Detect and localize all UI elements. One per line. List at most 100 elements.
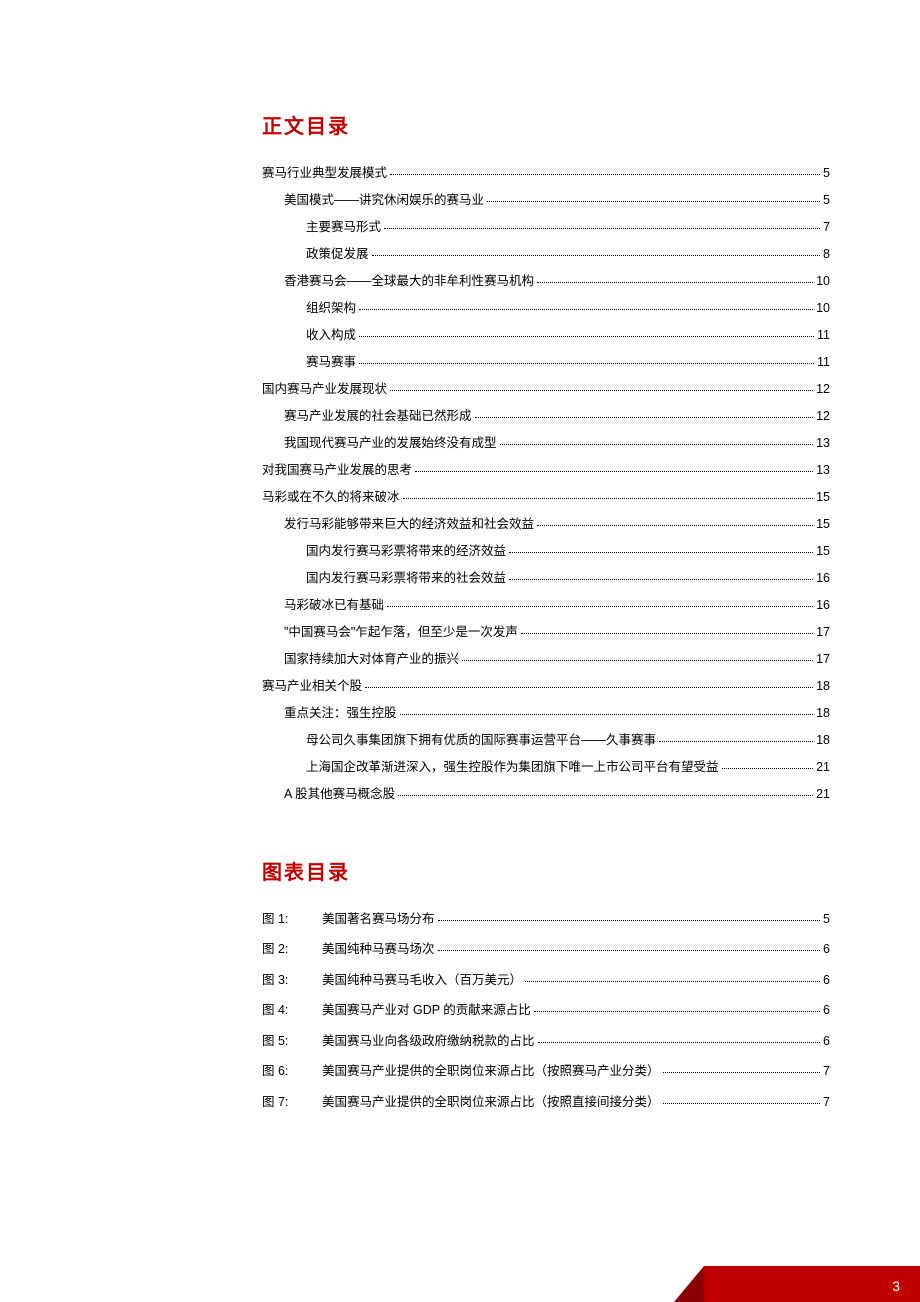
toc-entry-page: 12 — [816, 410, 830, 423]
toc-entry[interactable]: 国内发行赛马彩票将带来的社会效益16 — [262, 572, 830, 585]
figure-entry-prefix: 图 4: — [262, 1004, 322, 1017]
toc-entry[interactable]: 发行马彩能够带来巨大的经济效益和社会效益15 — [262, 518, 830, 531]
figure-entry-page: 6 — [823, 943, 830, 956]
figure-entry[interactable]: 图 4:美国赛马产业对 GDP 的贡献来源占比 6 — [262, 1004, 830, 1017]
toc-entry[interactable]: 赛马产业发展的社会基础已然形成12 — [262, 410, 830, 423]
toc-entry[interactable]: 上海国企改革渐进深入，强生控股作为集团旗下唯一上市公司平台有望受益21 — [262, 761, 830, 774]
toc-entry[interactable]: 我国现代赛马产业的发展始终没有成型13 — [262, 437, 830, 450]
figure-entry[interactable]: 图 7:美国赛马产业提供的全职岗位来源占比（按照直接间接分类）7 — [262, 1096, 830, 1109]
toc-leader-dots — [475, 417, 814, 418]
toc-entry[interactable]: 政策促发展 8 — [262, 248, 830, 261]
figure-entry[interactable]: 图 1:美国著名赛马场分布5 — [262, 913, 830, 926]
toc-entry[interactable]: 收入构成 11 — [262, 329, 830, 342]
toc-entry-page: 13 — [816, 437, 830, 450]
toc-entry-page: 12 — [816, 383, 830, 396]
toc-leader-dots — [537, 525, 813, 526]
toc-leader-dots — [462, 660, 813, 661]
toc-entry[interactable]: 组织架构10 — [262, 302, 830, 315]
toc-entry-label: 政策促发展 — [306, 248, 369, 261]
toc-entry-label: 马彩或在不久的将来破冰 — [262, 491, 400, 504]
toc-entry[interactable]: 对我国赛马产业发展的思考13 — [262, 464, 830, 477]
figure-entry-page: 5 — [823, 913, 830, 926]
toc-entry-page: 8 — [823, 248, 830, 261]
toc-entry-label: 对我国赛马产业发展的思考 — [262, 464, 412, 477]
toc-leader-dots — [403, 498, 814, 499]
toc-entry-label: 国内发行赛马彩票将带来的社会效益 — [306, 572, 506, 585]
toc-entry-page: 21 — [816, 788, 830, 801]
toc-entry-label: 国家持续加大对体育产业的振兴 — [284, 653, 459, 666]
toc-entry-label: 国内发行赛马彩票将带来的经济效益 — [306, 545, 506, 558]
toc-entry[interactable]: 香港赛马会——全球最大的非牟利性赛马机构10 — [262, 275, 830, 288]
toc-leader-dots — [359, 309, 813, 310]
toc-leader-dots — [359, 336, 814, 337]
toc-entry-label: 发行马彩能够带来巨大的经济效益和社会效益 — [284, 518, 534, 531]
toc-entry[interactable]: 马彩或在不久的将来破冰15 — [262, 491, 830, 504]
toc-entry[interactable]: 赛马行业典型发展模式5 — [262, 167, 830, 180]
toc-entry[interactable]: 主要赛马形式7 — [262, 221, 830, 234]
toc-entry-page: 21 — [816, 761, 830, 774]
figure-entry[interactable]: 图 2:美国纯种马赛马场次6 — [262, 943, 830, 956]
figure-entry-prefix: 图 2: — [262, 943, 322, 956]
toc-entry[interactable]: "中国赛马会"乍起乍落，但至少是一次发声17 — [262, 626, 830, 639]
figure-leader-dots — [534, 1011, 820, 1012]
toc-entry-page: 11 — [817, 329, 830, 342]
toc-entry-label: 美国模式——讲究休闲娱乐的赛马业 — [284, 194, 484, 207]
toc-leader-dots — [415, 471, 813, 472]
toc-entry[interactable]: 美国模式——讲究休闲娱乐的赛马业5 — [262, 194, 830, 207]
toc-entry-label: 重点关注：强生控股 — [284, 707, 397, 720]
toc-entry-page: 7 — [823, 221, 830, 234]
toc-entry-page: 18 — [816, 707, 830, 720]
figure-entry-label: 美国赛马产业对 GDP 的贡献来源占比 — [322, 1004, 531, 1017]
figure-entry-page: 6 — [823, 1004, 830, 1017]
toc-entry-label: A 股其他赛马概念股 — [284, 788, 395, 801]
figure-entry[interactable]: 图 5:美国赛马业向各级政府缴纳税款的占比 6 — [262, 1035, 830, 1048]
toc-leader-dots — [384, 228, 820, 229]
toc-entry-label: 赛马产业相关个股 — [262, 680, 362, 693]
toc-entry[interactable]: 母公司久事集团旗下拥有优质的国际赛事运营平台——久事赛事18 — [262, 734, 830, 747]
toc-entry-label: "中国赛马会"乍起乍落，但至少是一次发声 — [284, 626, 518, 639]
figure-entry[interactable]: 图 6:美国赛马产业提供的全职岗位来源占比（按照赛马产业分类）7 — [262, 1065, 830, 1078]
toc-leader-dots — [500, 444, 814, 445]
toc-entry-label: 母公司久事集团旗下拥有优质的国际赛事运营平台——久事赛事 — [306, 734, 656, 747]
toc-leader-dots — [521, 633, 813, 634]
figure-leader-dots — [438, 920, 821, 921]
figure-entry-prefix: 图 7: — [262, 1096, 322, 1109]
figure-entry-page: 6 — [823, 1035, 830, 1048]
toc-entry-page: 15 — [816, 545, 830, 558]
toc-leader-dots — [509, 552, 813, 553]
toc-leader-dots — [509, 579, 813, 580]
toc-entry-label: 赛马行业典型发展模式 — [262, 167, 387, 180]
figure-entry-page: 7 — [823, 1096, 830, 1109]
toc-entry[interactable]: 赛马赛事11 — [262, 356, 830, 369]
figures-list: 图 1:美国著名赛马场分布5图 2:美国纯种马赛马场次6图 3:美国纯种马赛马毛… — [262, 913, 830, 1109]
figure-entry-prefix: 图 3: — [262, 974, 322, 987]
toc-entry[interactable]: 国内赛马产业发展现状 12 — [262, 383, 830, 396]
figure-entry-label: 美国赛马产业提供的全职岗位来源占比（按照赛马产业分类） — [322, 1065, 660, 1078]
figure-entry-page: 6 — [823, 974, 830, 987]
toc-entry-page: 17 — [816, 653, 830, 666]
toc-entry[interactable]: 赛马产业相关个股18 — [262, 680, 830, 693]
figure-leader-dots — [663, 1072, 821, 1073]
toc-heading: 正文目录 — [262, 110, 830, 139]
figure-entry[interactable]: 图 3:美国纯种马赛马毛收入（百万美元） 6 — [262, 974, 830, 987]
toc-leader-dots — [372, 255, 821, 256]
toc-entry[interactable]: 马彩破冰已有基础16 — [262, 599, 830, 612]
footer-background — [704, 1266, 920, 1302]
figure-entry-label: 美国纯种马赛马毛收入（百万美元） — [322, 974, 522, 987]
toc-leader-dots — [398, 795, 813, 796]
toc-entry[interactable]: 重点关注：强生控股 18 — [262, 707, 830, 720]
figure-entry-label: 美国赛马业向各级政府缴纳税款的占比 — [322, 1035, 535, 1048]
toc-entry-label: 国内赛马产业发展现状 — [262, 383, 387, 396]
toc-leader-dots — [390, 390, 813, 391]
table-of-contents: 正文目录 赛马行业典型发展模式5 美国模式——讲究休闲娱乐的赛马业5 主要赛马形式7… — [262, 110, 830, 801]
figure-entry-label: 美国著名赛马场分布 — [322, 913, 435, 926]
toc-entry[interactable]: 国家持续加大对体育产业的振兴 17 — [262, 653, 830, 666]
toc-entry[interactable]: A 股其他赛马概念股 21 — [262, 788, 830, 801]
toc-leader-dots — [390, 174, 820, 175]
page-number: 3 — [892, 1278, 900, 1294]
figure-entry-prefix: 图 5: — [262, 1035, 322, 1048]
toc-leader-dots — [365, 687, 813, 688]
toc-entry-label: 收入构成 — [306, 329, 356, 342]
figures-heading: 图表目录 — [262, 856, 830, 885]
toc-entry[interactable]: 国内发行赛马彩票将带来的经济效益 15 — [262, 545, 830, 558]
